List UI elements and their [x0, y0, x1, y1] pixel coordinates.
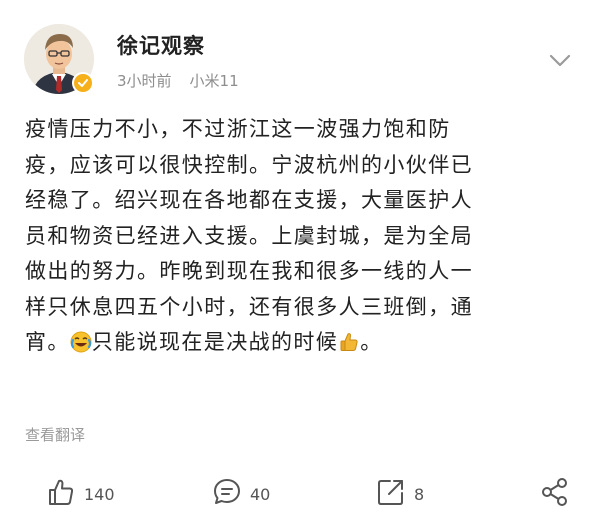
post-text-segment: 只能说现在是决战的时候 — [91, 330, 339, 354]
weibo-post-card: 徐记观察 3小时前 小米11 疫情压力不小，不过浙江这一波强力饱和防 疫，应该可以… — [0, 0, 609, 531]
translate-link[interactable]: 查看翻译 — [25, 424, 85, 445]
post-text-line: 样只休息四五个小时，还有很多人三班倒，通 — [25, 294, 473, 319]
thumbs-up-icon — [46, 477, 76, 511]
like-count: 140 — [84, 484, 115, 504]
post-text-last-line: 宵。 只能说现在是决战的时候 。 — [25, 325, 585, 361]
share-icon — [539, 476, 571, 512]
post-meta: 3小时前 小米11 — [117, 70, 239, 91]
share-button[interactable] — [539, 478, 571, 510]
thumbs-up-emoji-icon — [338, 329, 360, 351]
post-time: 3小时前 — [117, 72, 172, 90]
repost-count: 8 — [414, 484, 425, 504]
crying-laughing-emoji-icon — [70, 329, 92, 353]
post-text-segment: 。 — [360, 330, 383, 354]
post-device: 小米11 — [189, 72, 239, 90]
post-text-line: 经稳了。绍兴现在各地都在支援，大量医护人 — [25, 188, 473, 212]
post-text-line: 做出的努力。昨晚到现在我和很多一线的人一 — [25, 259, 473, 283]
author-name[interactable]: 徐记观察 — [117, 30, 205, 60]
post-text-line: 员和物资已经进入支援。上虞封城，是为全局 — [25, 223, 473, 248]
post-text-line: 疫情压力不小，不过浙江这一波强力饱和防 — [25, 117, 451, 141]
post-text-segment: 宵。 — [25, 330, 70, 354]
post-header: 徐记观察 3小时前 小米11 — [0, 0, 609, 110]
repost-icon — [376, 477, 406, 511]
like-button[interactable]: 140 — [46, 478, 115, 510]
comment-count: 40 — [250, 484, 271, 504]
repost-button[interactable]: 8 — [376, 478, 424, 510]
verified-badge-icon — [72, 72, 94, 94]
action-bar: 140 40 8 — [0, 470, 609, 518]
comment-icon — [212, 477, 242, 511]
chevron-down-icon[interactable] — [548, 50, 572, 70]
comment-button[interactable]: 40 — [212, 478, 270, 510]
post-text: 疫情压力不小，不过浙江这一波强力饱和防 疫，应该可以很快控制。宁波杭州的小伙伴已… — [25, 112, 585, 361]
post-text-line: 疫，应该可以很快控制。宁波杭州的小伙伴已 — [25, 152, 473, 177]
